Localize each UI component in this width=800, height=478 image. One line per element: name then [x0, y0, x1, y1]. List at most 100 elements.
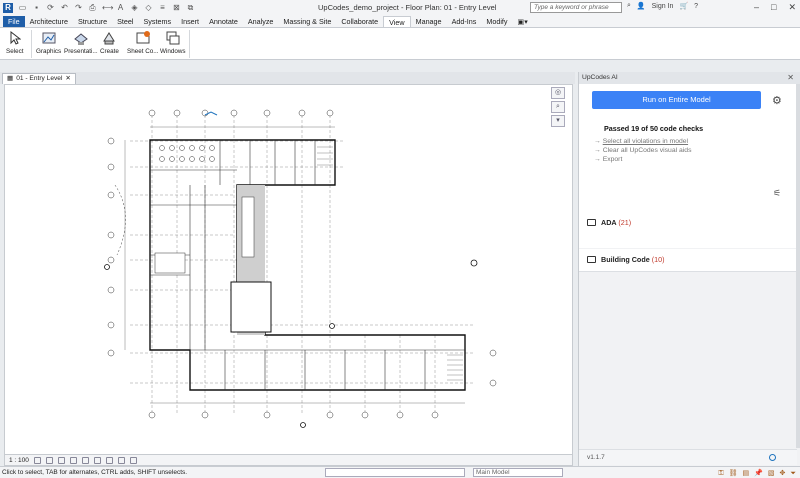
- measure-icon[interactable]: ⟷: [102, 3, 113, 12]
- export-link[interactable]: → Export: [594, 156, 622, 163]
- open-icon[interactable]: ▭: [18, 3, 27, 12]
- select-pinned-icon[interactable]: 📌: [754, 468, 763, 478]
- redo-icon[interactable]: ↷: [74, 3, 83, 12]
- minimize-icon[interactable]: –: [754, 2, 759, 13]
- tab-add-ins[interactable]: Add-Ins: [447, 16, 482, 27]
- presentation-button[interactable]: Presentati...: [64, 30, 98, 59]
- lightbulb-icon[interactable]: [769, 454, 776, 461]
- close-panel-icon[interactable]: ✕: [787, 72, 794, 84]
- view-tab-entry-level[interactable]: ▦ 01 - Entry Level ✕: [2, 73, 76, 84]
- navigation-bar: ◎ ⌕ ▾: [551, 87, 565, 127]
- steering-wheel-icon[interactable]: ◎: [551, 87, 565, 99]
- tab-massing-site[interactable]: Massing & Site: [278, 16, 336, 27]
- undo-icon[interactable]: ↶: [60, 3, 69, 12]
- thin-lines-icon[interactable]: ≡: [158, 3, 167, 12]
- search-input[interactable]: Type a keyword or phrase: [530, 2, 622, 13]
- tab-annotate[interactable]: Annotate: [204, 16, 243, 27]
- graphics-icon: [41, 30, 57, 46]
- tab-manage[interactable]: Manage: [411, 16, 447, 27]
- select-violations-link[interactable]: → Select all violations in model: [594, 138, 688, 145]
- building-code-count: (10): [651, 255, 665, 264]
- upcodes-panel: UpCodes AI ✕ Run on Entire Model ⚙ Passe…: [578, 72, 800, 466]
- tab-structure[interactable]: Structure: [73, 16, 112, 27]
- sheet-icon: [135, 30, 151, 46]
- filter-icon[interactable]: ⏷: [790, 468, 796, 478]
- worksharing-display-icon[interactable]: [129, 456, 137, 464]
- workset-select[interactable]: [325, 468, 465, 477]
- tab-modify[interactable]: Modify: [481, 16, 512, 27]
- tab-architecture[interactable]: Architecture: [25, 16, 73, 27]
- maximize-icon[interactable]: □: [771, 2, 776, 13]
- windows-icon: [165, 30, 181, 46]
- design-option-select[interactable]: Main Model: [473, 468, 563, 477]
- drawing-canvas[interactable]: ◎ ⌕ ▾: [4, 84, 573, 455]
- temporary-hide-icon[interactable]: [105, 456, 113, 464]
- clear-visual-aids-link[interactable]: → Clear all UpCodes visual aids: [594, 147, 691, 154]
- version-label: v1.1.7: [587, 454, 605, 461]
- panel-footer: v1.1.7: [579, 449, 797, 465]
- user-icon[interactable]: 👤: [637, 2, 646, 10]
- tab-analyze[interactable]: Analyze: [243, 16, 279, 27]
- drag-elements-icon[interactable]: ✥: [780, 468, 786, 478]
- tag-icon[interactable]: A: [116, 3, 125, 12]
- section-icon[interactable]: ◇: [144, 3, 153, 12]
- select-underlay-icon[interactable]: ▤: [743, 468, 750, 478]
- tab-insert[interactable]: Insert: [176, 16, 204, 27]
- titlebar-right: ⌕ 👤 Sign In 🛒 ?: [627, 2, 698, 10]
- floor-plan-drawing: [104, 109, 497, 428]
- reveal-hidden-icon[interactable]: [117, 456, 125, 464]
- detail-level-icon[interactable]: [33, 456, 41, 464]
- floor-plan-icon: ▦: [7, 75, 14, 82]
- tab-steel[interactable]: Steel: [112, 16, 138, 27]
- sign-in-link[interactable]: Sign In: [652, 3, 674, 10]
- help-icon[interactable]: ?: [694, 3, 698, 10]
- close-view-icon[interactable]: ✕: [65, 74, 71, 84]
- sheet-composition-button[interactable]: Sheet Co...: [127, 30, 159, 59]
- save-icon[interactable]: ▪: [32, 3, 41, 12]
- ribbon-toggle-icon[interactable]: ▣▾: [513, 16, 533, 27]
- cart-icon[interactable]: 🛒: [679, 2, 688, 10]
- crop-view-icon[interactable]: [81, 456, 89, 464]
- tab-collaborate[interactable]: Collaborate: [336, 16, 383, 27]
- tab-view[interactable]: View: [383, 16, 411, 27]
- view-tab-label: 01 - Entry Level: [16, 75, 63, 82]
- cursor-icon: [7, 30, 23, 46]
- view-scale[interactable]: 1 : 100: [9, 457, 29, 464]
- navbar-options-icon[interactable]: ▾: [551, 115, 565, 127]
- visual-style-icon[interactable]: [45, 456, 53, 464]
- select-by-face-icon[interactable]: ▧: [768, 468, 775, 478]
- editable-only-icon[interactable]: ⚿: [718, 468, 723, 478]
- sync-icon[interactable]: ⟳: [46, 3, 55, 12]
- view-control-bar: 1 : 100: [4, 455, 573, 466]
- switch-windows-icon[interactable]: ⧉: [186, 3, 195, 12]
- create-icon: [101, 30, 117, 46]
- graphics-button[interactable]: Graphics: [36, 30, 61, 59]
- group-ada[interactable]: ADA (21): [579, 212, 797, 234]
- panel-scrollbar[interactable]: [796, 84, 800, 448]
- folder-icon: [587, 219, 596, 226]
- create-button[interactable]: Create: [100, 30, 119, 59]
- gear-icon[interactable]: ⚙: [772, 94, 782, 107]
- close-icon[interactable]: ✕: [788, 2, 796, 13]
- windows-button[interactable]: Windows: [160, 30, 186, 59]
- print-icon[interactable]: ⎙: [88, 3, 97, 12]
- revit-logo-icon[interactable]: R: [3, 2, 13, 13]
- run-on-entire-model-button[interactable]: Run on Entire Model: [592, 91, 761, 109]
- close-hidden-icon[interactable]: ⊠: [172, 3, 181, 12]
- group-building-code[interactable]: Building Code (10): [579, 249, 797, 271]
- tab-file[interactable]: File: [3, 16, 25, 27]
- shadows-icon[interactable]: [69, 456, 77, 464]
- panel-title: UpCodes AI: [582, 74, 618, 81]
- title-bar: R ▭ ▪ ⟳ ↶ ↷ ⎙ ⟷ A ◈ ◇ ≡ ⊠ ⧉ UpCodes_demo…: [0, 0, 800, 15]
- select-links-icon[interactable]: ⛓: [729, 468, 738, 478]
- zoom-icon[interactable]: ⌕: [551, 101, 565, 113]
- select-button[interactable]: Select: [6, 30, 24, 59]
- window-title: UpCodes_demo_project - Floor Plan: 01 - …: [318, 3, 497, 12]
- 3d-view-icon[interactable]: ◈: [130, 3, 139, 12]
- filter-settings-icon[interactable]: ⚟: [773, 188, 781, 199]
- sun-path-icon[interactable]: [57, 456, 65, 464]
- search-icon[interactable]: ⌕: [627, 2, 631, 10]
- show-crop-icon[interactable]: [93, 456, 101, 464]
- tab-systems[interactable]: Systems: [139, 16, 177, 27]
- presentation-icon: [73, 30, 89, 46]
